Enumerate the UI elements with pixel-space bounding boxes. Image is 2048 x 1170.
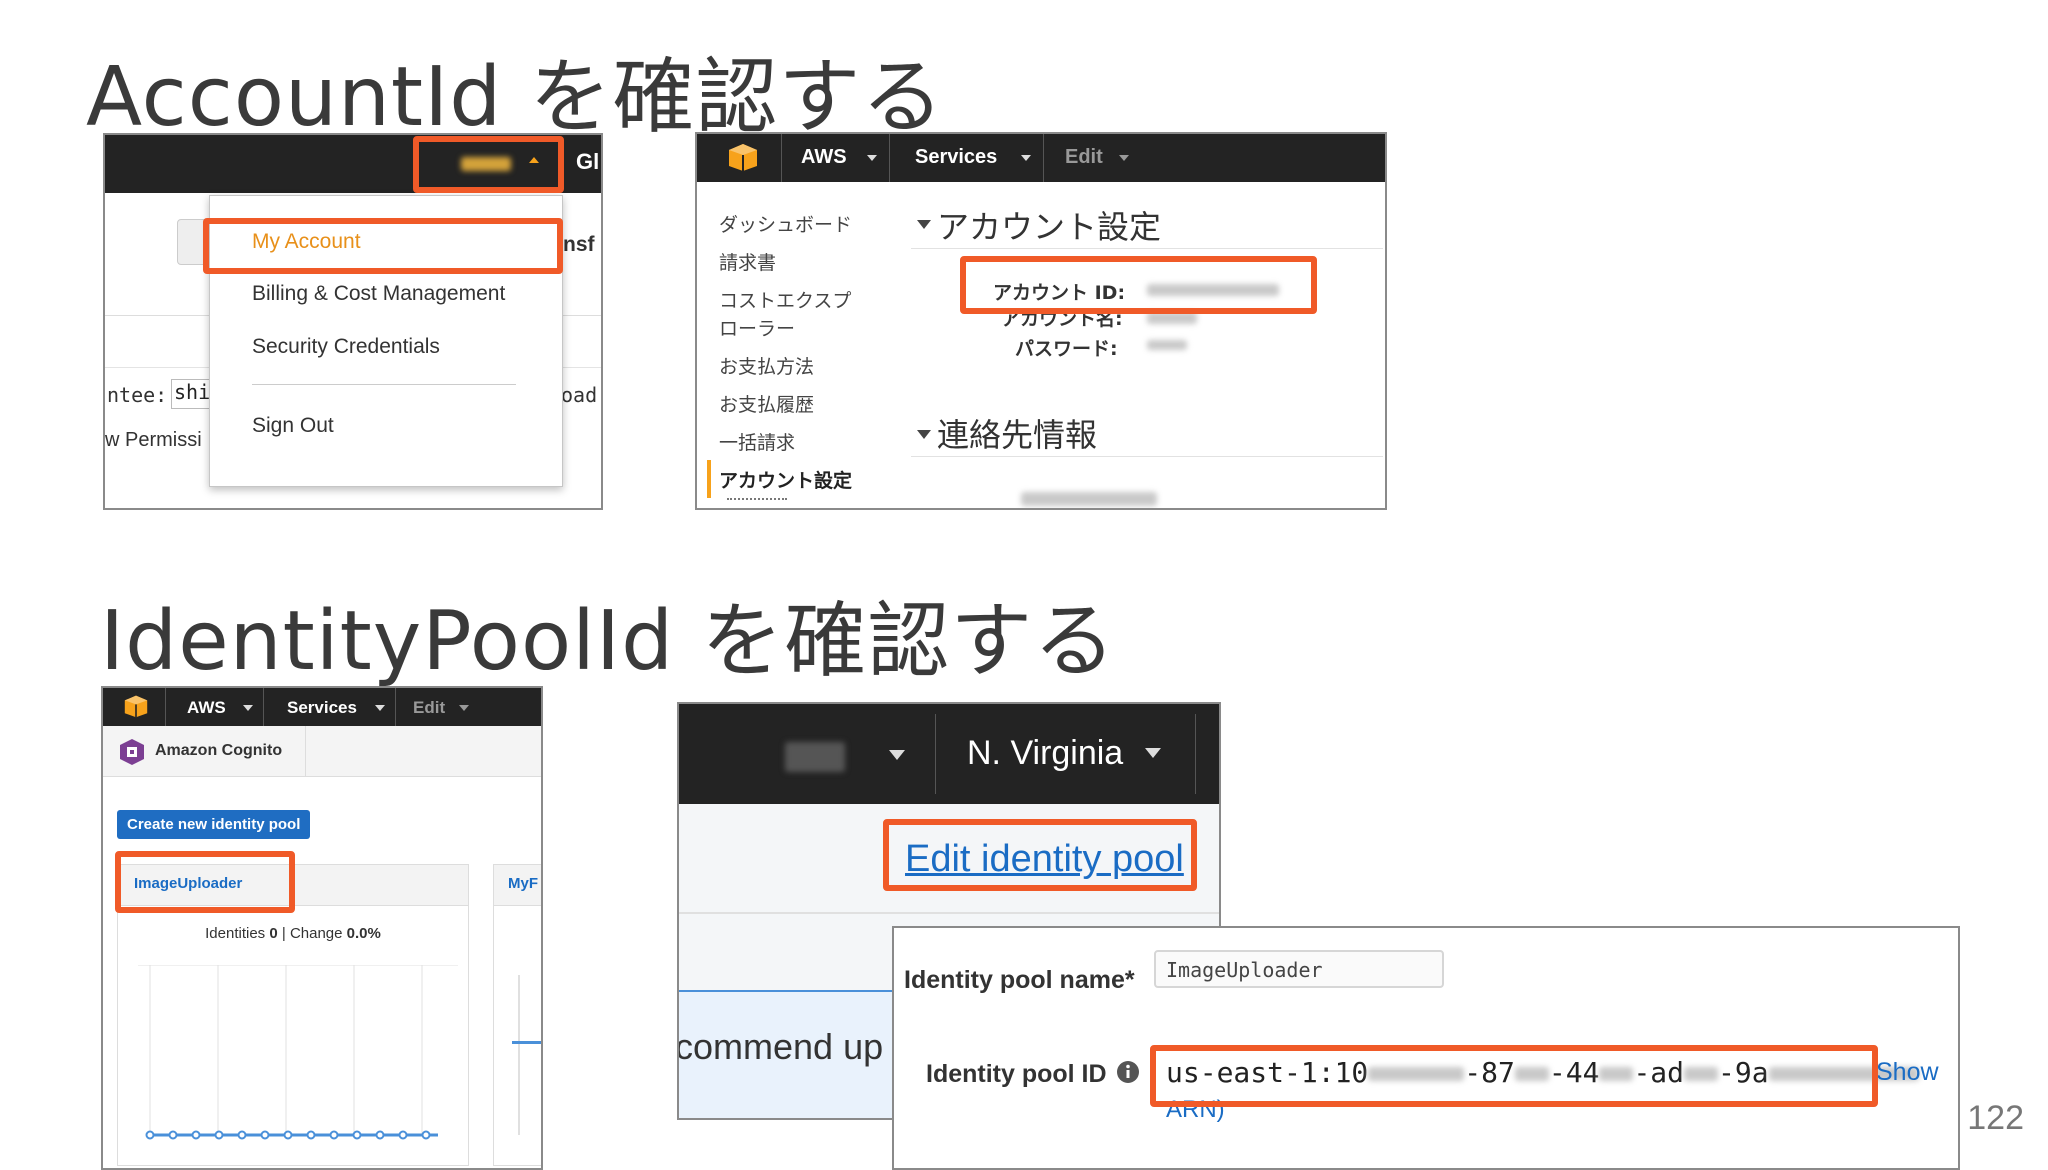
- stats-separator: |: [281, 925, 286, 942]
- pool-name-link-partial[interactable]: MyF: [508, 875, 538, 892]
- collapse-triangle-icon[interactable]: [917, 430, 931, 439]
- show-arn-link[interactable]: Show: [1876, 1058, 1939, 1087]
- highlight-edit-link: [883, 819, 1197, 891]
- sidebar-item-payment-history[interactable]: お支払履歴: [719, 390, 814, 417]
- pool-name-input[interactable]: ImageUploader: [1154, 950, 1444, 988]
- account-settings-heading: アカウント設定: [937, 208, 1162, 246]
- sidebar-item-consolidated-billing[interactable]: 一括請求: [719, 428, 795, 455]
- background-text-partial: oad,: [561, 383, 601, 407]
- sidebar-active-indicator: [707, 460, 711, 498]
- sidebar-item-dashboard[interactable]: ダッシュボード: [719, 210, 852, 237]
- sidebar-item-account-settings[interactable]: アカウント設定: [719, 466, 852, 493]
- chevron-down-icon: [1021, 155, 1031, 161]
- chart-gridline: [518, 975, 520, 1135]
- pool-name-label: Identity pool name*: [904, 966, 1135, 994]
- account-name-blurred: [785, 742, 845, 772]
- identities-label: Identities: [205, 925, 266, 942]
- security-credentials-menu-item[interactable]: Security Credentials: [252, 335, 440, 359]
- background-text-partial: nsf: [563, 233, 595, 256]
- recommend-text-partial: commend up: [677, 1026, 884, 1067]
- service-name: Amazon Cognito: [155, 742, 283, 759]
- info-icon[interactable]: [1116, 1060, 1140, 1084]
- menu-divider: [252, 384, 516, 385]
- change-label: Change: [289, 925, 343, 942]
- highlight-pool-name: [115, 851, 295, 913]
- nav-separator: [263, 688, 264, 726]
- highlight-account-id: [960, 256, 1317, 314]
- sidebar-item-cost-explorer[interactable]: コストエクスプ: [719, 286, 851, 313]
- chevron-down-icon: [867, 155, 877, 161]
- collapse-triangle-icon[interactable]: [917, 220, 931, 229]
- contact-info-heading: 連絡先情報: [937, 416, 1098, 454]
- edit-nav-menu[interactable]: Edit: [1065, 146, 1103, 169]
- slide-title-identity: IdentityPoolId を確認する: [100, 594, 1117, 689]
- aws-nav-menu[interactable]: AWS: [187, 698, 226, 718]
- nav-separator: [1043, 134, 1044, 182]
- aws-cube-icon: [729, 144, 757, 171]
- page-number: 122: [1967, 1099, 2024, 1137]
- console-top-bar: [679, 704, 1219, 804]
- nav-separator: [165, 688, 166, 726]
- permissions-text-partial: w Permissi: [105, 429, 202, 451]
- sidebar-item-cutoff: [727, 498, 787, 508]
- header-separator: [305, 726, 306, 776]
- sidebar-item-cost-explorer-2[interactable]: ローラー: [719, 314, 795, 341]
- billing-menu-item[interactable]: Billing & Cost Management: [252, 282, 505, 306]
- nav-separator: [889, 134, 890, 182]
- chevron-down-icon: [459, 705, 469, 711]
- section-divider: [911, 248, 1383, 249]
- cognito-icon: [120, 739, 144, 765]
- nav-separator: [395, 688, 396, 726]
- sidebar-item-bills[interactable]: 請求書: [719, 248, 776, 275]
- highlight-account-name: [413, 136, 564, 193]
- pool-id-label: Identity pool ID: [926, 1060, 1107, 1088]
- nav-separator: [1195, 714, 1196, 794]
- chevron-down-icon: [1145, 748, 1161, 758]
- grantee-label-partial: ntee:: [107, 383, 168, 407]
- sidebar-item-payment-methods[interactable]: お支払方法: [719, 352, 814, 379]
- highlight-my-account: [203, 218, 563, 274]
- identities-sparkline-chart: [138, 965, 458, 1140]
- identity-pool-card-partial[interactable]: MyF: [493, 864, 541, 1166]
- change-value: 0.0%: [346, 925, 381, 942]
- highlight-pool-id: [1150, 1045, 1878, 1107]
- sign-out-menu-item[interactable]: Sign Out: [252, 414, 334, 438]
- aws-cube-icon: [124, 695, 148, 718]
- password-blurred: [1147, 340, 1187, 350]
- create-identity-pool-button[interactable]: Create new identity pool: [117, 810, 311, 839]
- identities-value: 0: [269, 925, 278, 942]
- cognito-pools-screenshot: AWS Services Edit Amazon Cognito Create …: [101, 686, 543, 1170]
- section-divider: [911, 456, 1383, 457]
- nav-separator: [781, 134, 782, 182]
- chevron-down-icon: [1119, 155, 1129, 161]
- chevron-down-icon: [375, 705, 385, 711]
- nav-separator: [935, 714, 936, 794]
- chevron-down-icon: [243, 705, 253, 711]
- contact-name-blurred: [1021, 492, 1157, 506]
- account-settings-screenshot: AWS Services Edit ダッシュボード 請求書 コストエクスプ ロー…: [695, 132, 1387, 510]
- password-label: パスワード:: [1015, 338, 1118, 360]
- region-selector[interactable]: N. Virginia: [967, 734, 1123, 773]
- aws-nav-menu[interactable]: AWS: [801, 146, 847, 169]
- services-nav-menu[interactable]: Services: [915, 146, 997, 169]
- pool-stats: Identities 0 | Change 0.0%: [118, 925, 468, 942]
- chevron-down-icon: [889, 750, 905, 760]
- global-menu-partial[interactable]: Gl: [576, 149, 599, 175]
- divider: [679, 912, 1219, 914]
- services-nav-menu[interactable]: Services: [287, 698, 357, 718]
- edit-nav-menu[interactable]: Edit: [413, 698, 445, 718]
- chart-line-partial: [512, 1041, 541, 1044]
